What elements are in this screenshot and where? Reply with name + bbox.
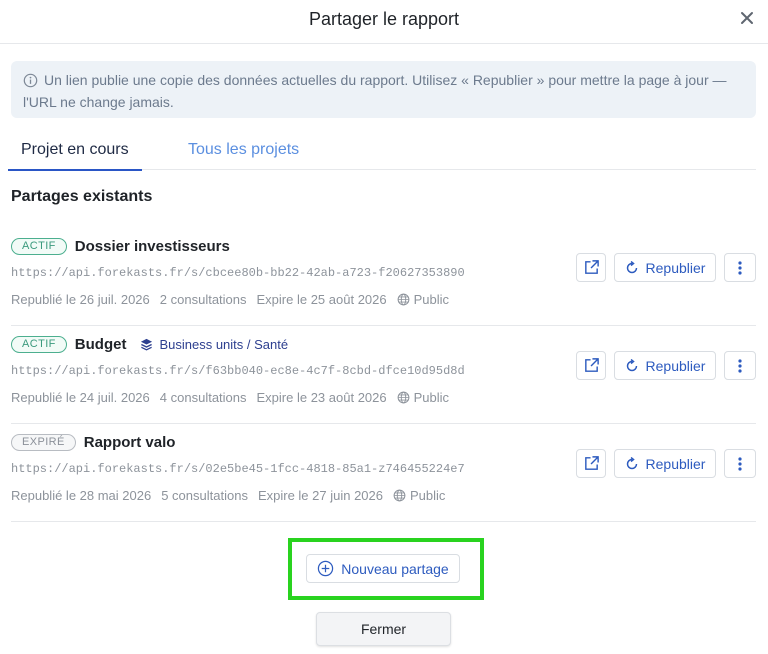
share-name: Dossier investisseurs: [74, 237, 230, 255]
info-text: Un lien publie une copie des données act…: [23, 72, 727, 110]
republish-label: Republier: [645, 259, 706, 276]
open-link-button[interactable]: [576, 351, 606, 380]
dialog-header: Partager le rapport: [0, 0, 768, 44]
open-link-button[interactable]: [576, 449, 606, 478]
share-scope-label: Business units / Santé: [159, 336, 289, 352]
view-count: 5 consultations: [161, 488, 248, 503]
refresh-icon: [626, 358, 637, 371]
visibility: Public: [397, 292, 459, 307]
share-meta: Republié le 26 juil. 2026 2 consultation…: [11, 292, 459, 307]
dialog-title: Partager le rapport: [308, 9, 460, 29]
share-meta: Republié le 28 mai 2026 5 consultations …: [11, 488, 455, 503]
external-link-icon: [584, 358, 599, 372]
tabs: Projet en cours Tous les projets: [8, 131, 756, 171]
republished-date: Republié le 24 juil. 2026: [11, 390, 150, 405]
close-icon: [741, 12, 753, 24]
more-vertical-icon: [738, 358, 742, 373]
info-icon: [23, 73, 38, 88]
republish-label: Republier: [645, 455, 706, 472]
close-button[interactable]: [734, 5, 760, 31]
view-count: 2 consultations: [159, 292, 247, 307]
globe-icon: [397, 391, 410, 404]
visibility-label: Public: [413, 390, 450, 405]
more-options-button[interactable]: [724, 449, 756, 478]
expiry-date: Expire le 27 juin 2026: [257, 488, 383, 503]
share-row: EXPIRÉ Rapport valo https://api.forekast…: [11, 424, 756, 522]
plus-circle-icon: [318, 560, 334, 577]
new-share-label: Nouveau partage: [341, 560, 449, 577]
external-link-icon: [584, 456, 599, 470]
share-url[interactable]: https://api.forekasts.fr/s/cbcee80b-bb22…: [11, 266, 465, 280]
republish-button[interactable]: Republier: [614, 253, 716, 282]
more-vertical-icon: [738, 260, 742, 275]
expiry-date: Expire le 23 août 2026: [256, 390, 387, 405]
open-link-button[interactable]: [576, 253, 606, 282]
share-meta: Republié le 24 juil. 2026 4 consultation…: [11, 390, 459, 405]
status-badge: ACTIF: [11, 335, 67, 353]
refresh-icon: [626, 260, 637, 273]
info-banner: Un lien publie une copie des données act…: [11, 61, 756, 118]
section-title: Partages existants: [11, 188, 153, 205]
status-badge: EXPIRÉ: [11, 433, 76, 451]
close-dialog-button[interactable]: Fermer: [316, 612, 451, 646]
share-url[interactable]: https://api.forekasts.fr/s/02e5be45-1fcc…: [11, 462, 465, 476]
tab-all-projects[interactable]: Tous les projets: [188, 141, 299, 159]
more-options-button[interactable]: [724, 351, 756, 380]
visibility-label: Public: [413, 292, 450, 307]
share-row-header: ACTIF Dossier investisseurs: [11, 236, 230, 256]
share-row: ACTIF Dossier investisseurs https://api.…: [11, 228, 756, 326]
visibility: Public: [393, 488, 455, 503]
visibility-label: Public: [409, 488, 446, 503]
share-name: Budget: [74, 335, 127, 353]
external-link-icon: [584, 260, 599, 274]
refresh-icon: [626, 456, 637, 469]
share-row-header: ACTIF Budget Business units / Santé: [11, 334, 288, 354]
republish-button[interactable]: Republier: [614, 449, 716, 478]
republish-button[interactable]: Republier: [614, 351, 716, 380]
more-options-button[interactable]: [724, 253, 756, 282]
globe-icon: [393, 489, 406, 502]
status-badge: ACTIF: [11, 237, 67, 255]
tab-current-project[interactable]: Projet en cours: [8, 141, 142, 171]
more-vertical-icon: [738, 456, 742, 471]
expiry-date: Expire le 25 août 2026: [256, 292, 387, 307]
republish-label: Republier: [645, 357, 706, 374]
globe-icon: [397, 293, 410, 306]
share-row-header: EXPIRÉ Rapport valo: [11, 432, 175, 452]
share-scope: Business units / Santé: [140, 337, 288, 352]
republished-date: Republié le 28 mai 2026: [11, 488, 152, 503]
layers-icon: [141, 338, 153, 351]
share-name: Rapport valo: [83, 433, 176, 451]
new-share-button[interactable]: Nouveau partage: [306, 554, 460, 583]
view-count: 4 consultations: [159, 390, 247, 405]
republished-date: Republié le 26 juil. 2026: [11, 292, 150, 307]
visibility: Public: [397, 390, 459, 405]
share-url[interactable]: https://api.forekasts.fr/s/f63bb040-ec8e…: [11, 364, 465, 378]
share-row: ACTIF Budget Business units / Santé http…: [11, 326, 756, 424]
